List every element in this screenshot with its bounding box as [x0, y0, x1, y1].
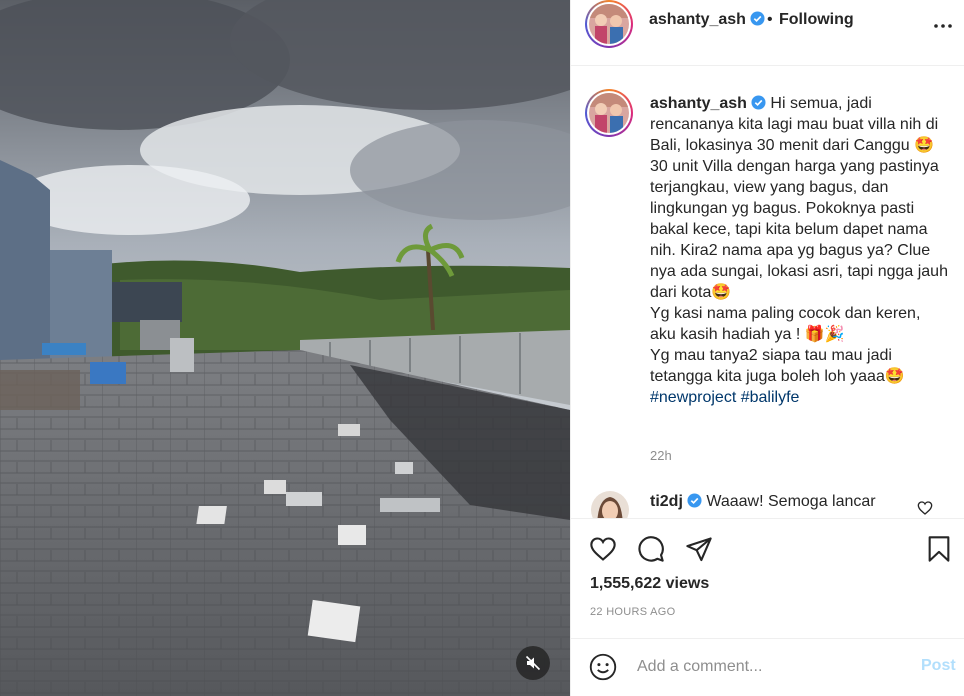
comment-bubble-icon[interactable] — [637, 535, 665, 563]
paper-plane-icon[interactable] — [685, 535, 713, 563]
comment-text: ti2dj Waaaw! Semoga lancar — [650, 492, 876, 512]
smiley-icon[interactable] — [589, 653, 617, 681]
video-frame — [0, 0, 570, 696]
post-video[interactable] — [0, 0, 570, 696]
verified-badge-icon — [687, 493, 702, 508]
hashtag-balilyfe[interactable]: #balilyfe — [741, 389, 800, 406]
post-actions: 1,555,622 views 22 HOURS AGO — [571, 518, 964, 638]
verified-badge-icon — [751, 95, 766, 110]
mute-button[interactable] — [516, 646, 550, 680]
more-options-icon[interactable] — [931, 14, 955, 38]
comment-heart-icon[interactable] — [917, 500, 933, 516]
post-comment-button[interactable]: Post — [921, 657, 956, 675]
caption-timestamp[interactable]: 22h — [650, 448, 672, 463]
caption-line-2: Yg kasi nama paling cocok dan keren, aku… — [650, 305, 921, 343]
caption-author-avatar[interactable] — [585, 89, 633, 137]
muted-speaker-icon — [525, 655, 541, 671]
separator-dot: • — [767, 11, 773, 28]
verified-badge-icon — [750, 11, 765, 26]
commenter-username[interactable]: ti2dj — [650, 493, 683, 510]
post-header: ashanty_ash • Following — [571, 0, 964, 66]
author-avatar[interactable] — [585, 0, 633, 48]
caption-line-3: Yg mau tanya2 siapa tau mau jadi tetangg… — [650, 347, 905, 385]
heart-icon[interactable] — [589, 535, 617, 563]
comment-body: Waaaw! Semoga lancar — [706, 493, 876, 510]
post-sidebar: ashanty_ash • Following ashanty_ash Hi s… — [570, 0, 964, 696]
bookmark-icon[interactable] — [925, 535, 953, 563]
avatar-photo — [589, 93, 629, 133]
following-button[interactable]: Following — [779, 11, 854, 29]
caption-username[interactable]: ashanty_ash — [650, 95, 747, 112]
post-time-ago[interactable]: 22 HOURS AGO — [590, 606, 676, 618]
add-comment-bar: Post — [571, 638, 964, 696]
caption-text: ashanty_ash Hi semua, jadi rencananya ki… — [650, 93, 950, 408]
hashtag-newproject[interactable]: #newproject — [650, 389, 736, 406]
view-count[interactable]: 1,555,622 views — [590, 575, 709, 593]
caption-body: Hi semua, jadi rencananya kita lagi mau … — [650, 95, 948, 301]
avatar-photo — [589, 4, 629, 44]
author-username[interactable]: ashanty_ash — [649, 11, 765, 29]
comment-input[interactable] — [637, 653, 907, 681]
